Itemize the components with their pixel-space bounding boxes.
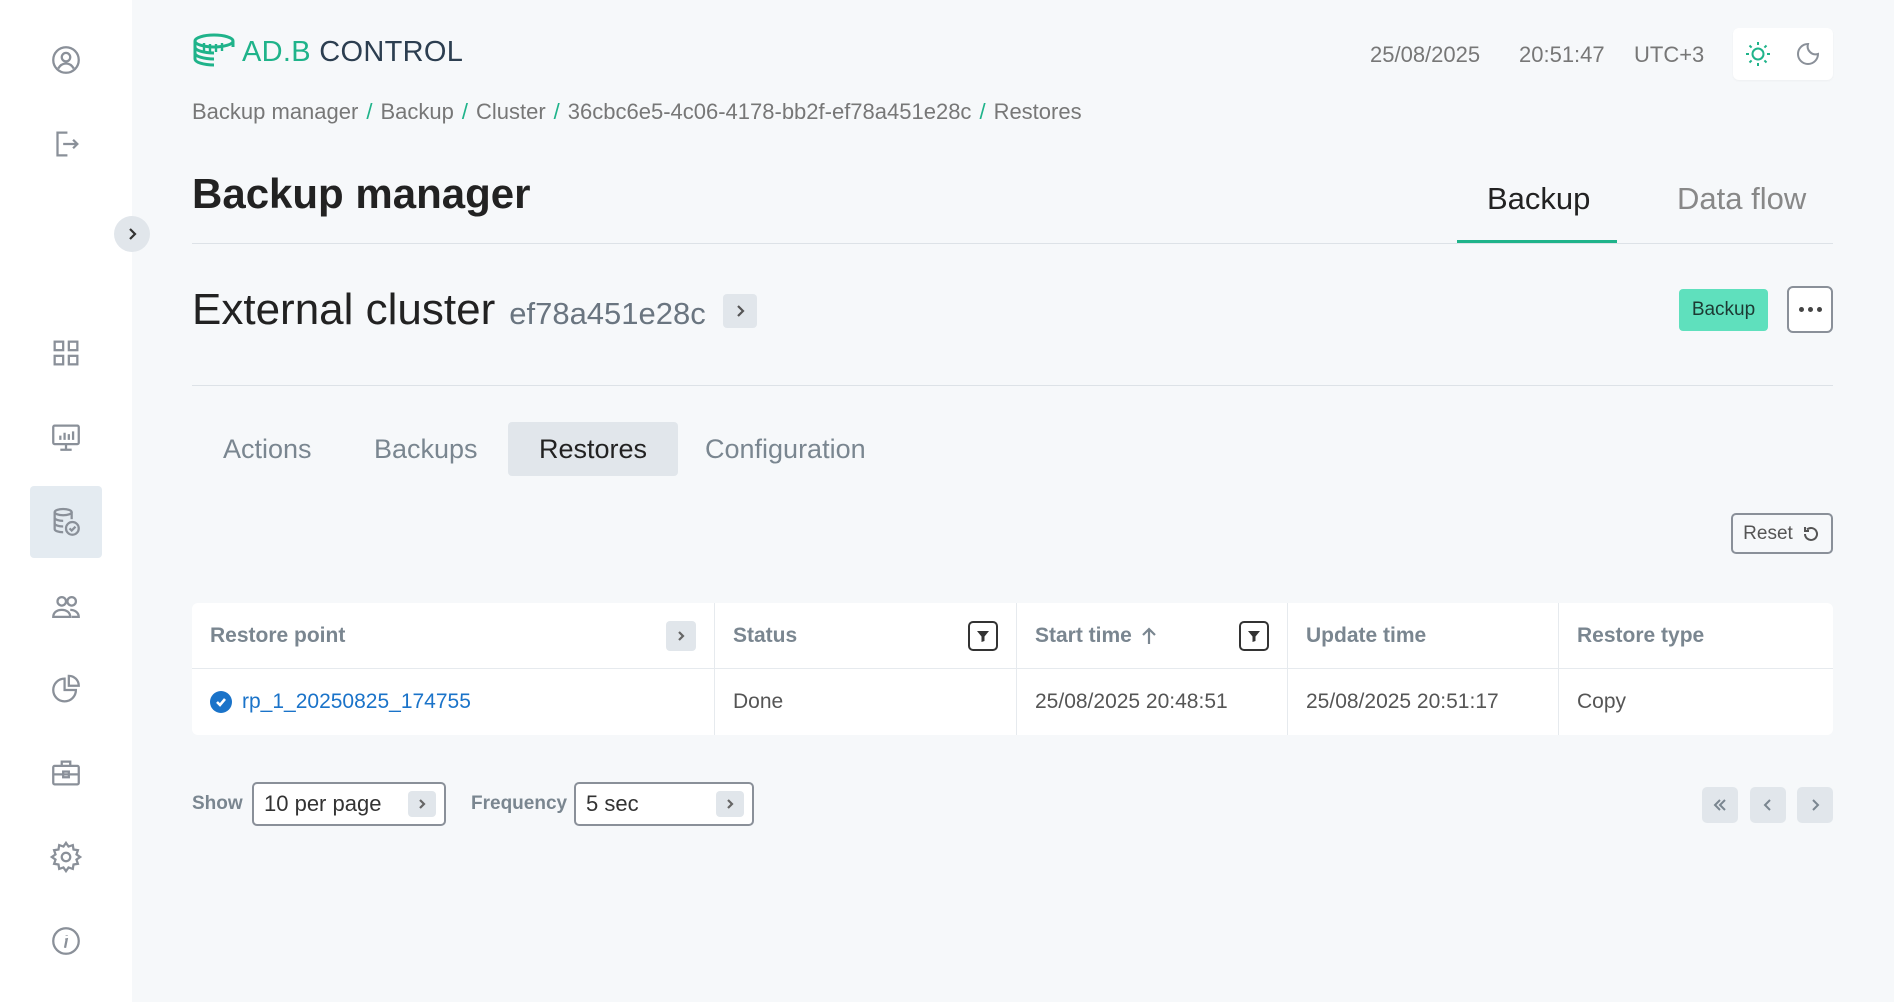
monitoring-icon[interactable] [30,401,102,473]
header-divider [192,243,1833,244]
logo-text-control: CONTROL [310,35,464,68]
theme-switch[interactable] [1733,28,1833,80]
column-header-restore-type: Restore type [1559,603,1833,669]
cluster-divider [192,385,1833,386]
sun-icon[interactable] [1744,40,1772,68]
first-page-button[interactable] [1702,787,1738,823]
column-header-status: Status [715,603,1017,669]
analytics-icon[interactable] [30,654,102,726]
breadcrumb-item-backup[interactable]: Backup [380,99,453,125]
cluster-details-button[interactable] [723,294,757,328]
page-size-value: 10 per page [264,791,382,816]
breadcrumb-item-cluster-id[interactable]: 36cbc6e5-4c06-4178-bb2f-ef78a451e28c [568,99,972,125]
restores-table: Restore point Status Start time Update t… [192,603,1833,735]
subtab-backups[interactable]: Backups [343,422,509,476]
backup-manager-icon[interactable] [30,486,102,558]
frequency-label: Frequency [471,793,568,814]
column-header-start-time[interactable]: Start time [1017,603,1288,669]
breadcrumb-separator: / [366,99,373,124]
restore-point-link[interactable]: rp_1_20250825_174755 [242,690,471,714]
tab-backup[interactable]: Backup [1487,181,1590,217]
settings-icon[interactable] [30,821,102,893]
logo-text-ad: AD.B [242,35,311,68]
breadcrumb: Backup manager / Backup / Cluster / 36cb… [192,99,1082,125]
info-icon[interactable] [30,905,102,977]
logout-icon[interactable] [30,108,102,180]
moon-icon[interactable] [1794,40,1822,68]
sidebar-expand-button[interactable] [114,216,150,252]
tools-icon[interactable] [30,737,102,809]
check-circle-icon [210,691,232,713]
reset-icon [1803,526,1818,541]
breadcrumb-item-cluster[interactable]: Cluster [476,99,546,125]
chevron-right-icon [716,791,744,817]
status-filter-button[interactable] [968,621,998,651]
user-profile-icon[interactable] [30,24,102,96]
chevron-right-icon [408,791,436,817]
dashboard-icon[interactable] [30,317,102,389]
sidebar [0,0,132,1002]
frequency-value: 5 sec [586,791,639,816]
cell-status: Done [715,669,1017,735]
chevron-right-icon [1812,799,1820,811]
column-header-restore-point: Restore point [192,603,715,669]
reset-button[interactable]: Reset [1731,513,1833,554]
cluster-name: External cluster [192,285,496,334]
filter-icon [977,631,989,642]
column-header-update-time: Update time [1288,603,1559,669]
sort-ascending-icon[interactable] [1140,626,1158,646]
page-title: Backup manager [192,170,531,217]
subtab-restores[interactable]: Restores [508,422,679,476]
breadcrumb-separator: / [979,99,986,124]
page-size-select[interactable]: 10 per page [252,782,446,826]
cluster-title: External cluster ef78a451e28c [192,285,706,335]
cluster-id: ef78a451e28c [509,296,706,331]
show-label: Show [192,793,243,814]
chevron-right-icon [737,305,745,317]
start-time-filter-button[interactable] [1239,621,1269,651]
header-time: 20:51:47 [1519,42,1605,67]
header-date: 25/08/2025 [1370,42,1481,67]
breadcrumb-separator: / [461,99,468,124]
column-label: Start time [1035,624,1132,647]
double-chevron-left-icon [1713,799,1726,811]
header-timezone: UTC+3 [1634,42,1705,67]
table-row: rp_1_20250825_174755 Done 25/08/2025 20:… [192,669,1833,735]
column-expand-button[interactable] [666,621,696,651]
breadcrumb-item-restores: Restores [993,99,1082,124]
logo: AD.B CONTROL [192,32,463,72]
breadcrumb-separator: / [553,99,560,124]
filter-icon [1248,631,1260,642]
frequency-select[interactable]: 5 sec [574,782,754,826]
subtab-configuration[interactable]: Configuration [674,422,897,476]
chevron-right-icon [678,631,685,641]
cell-update-time: 25/08/2025 20:51:17 [1288,669,1559,735]
logo-icon [193,33,235,67]
users-icon[interactable] [30,571,102,643]
previous-page-button[interactable] [1750,787,1786,823]
breadcrumb-item-backup-manager[interactable]: Backup manager [192,99,358,125]
column-label: Restore point [210,624,346,647]
backup-badge[interactable]: Backup [1679,289,1768,331]
cell-restore-type: Copy [1577,690,1627,713]
column-label: Status [733,624,798,647]
tab-data-flow[interactable]: Data flow [1677,181,1806,217]
subtab-actions[interactable]: Actions [192,422,343,476]
chevron-left-icon [1763,799,1771,811]
reset-label: Reset [1743,522,1793,544]
column-label: Update time [1306,624,1427,647]
table-header-row: Restore point Status Start time Update t… [192,603,1833,669]
more-actions-button[interactable] [1787,286,1833,333]
cell-restore-point: rp_1_20250825_174755 [192,669,715,735]
column-label: Restore type [1577,624,1705,647]
cell-start-time: 25/08/2025 20:48:51 [1017,669,1288,735]
next-page-button[interactable] [1797,787,1833,823]
